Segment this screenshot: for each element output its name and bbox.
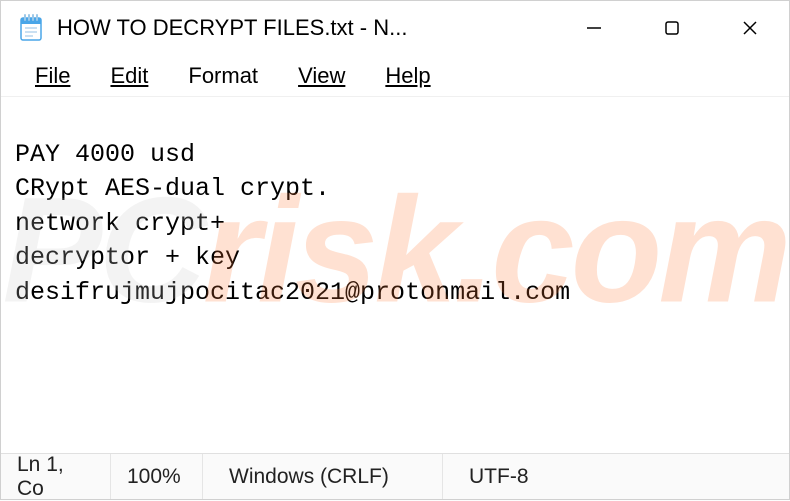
notepad-icon (19, 14, 43, 42)
maximize-button[interactable] (633, 1, 711, 55)
text-editor-area[interactable]: PAY 4000 usd CRypt AES-dual crypt. netwo… (1, 97, 789, 453)
titlebar[interactable]: HOW TO DECRYPT FILES.txt - N... (1, 1, 789, 55)
menu-format[interactable]: Format (168, 57, 278, 95)
statusbar: Ln 1, Co 100% Windows (CRLF) UTF-8 (1, 453, 789, 499)
status-zoom: 100% (111, 454, 203, 499)
close-button[interactable] (711, 1, 789, 55)
menu-help[interactable]: Help (365, 57, 450, 95)
window-title: HOW TO DECRYPT FILES.txt - N... (57, 15, 555, 41)
notepad-window: HOW TO DECRYPT FILES.txt - N... File Edi… (0, 0, 790, 500)
menu-view[interactable]: View (278, 57, 365, 95)
status-encoding: UTF-8 (443, 454, 789, 499)
menu-edit[interactable]: Edit (90, 57, 168, 95)
status-cursor-position: Ln 1, Co (1, 454, 111, 499)
minimize-button[interactable] (555, 1, 633, 55)
menu-file[interactable]: File (15, 57, 90, 95)
menubar: File Edit Format View Help (1, 55, 789, 97)
window-controls (555, 1, 789, 55)
status-line-ending: Windows (CRLF) (203, 454, 443, 499)
